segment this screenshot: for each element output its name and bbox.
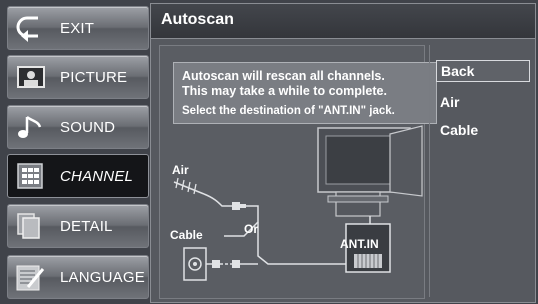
option-air[interactable]: Air <box>436 92 528 112</box>
menu-item-exit[interactable]: EXIT <box>7 6 149 50</box>
menu-item-channel[interactable]: CHANNEL <box>7 154 149 198</box>
channel-grid-icon <box>17 163 43 189</box>
language-icon <box>16 265 45 291</box>
menu-item-picture[interactable]: PICTURE <box>7 55 149 99</box>
menu-item-channel-label: CHANNEL <box>60 168 134 185</box>
music-note-icon <box>18 115 42 138</box>
air-antenna-icon <box>173 177 205 195</box>
option-cable[interactable]: Cable <box>436 120 528 140</box>
exit-arrow-icon <box>16 16 38 42</box>
panel-title-bar: Autoscan <box>151 4 535 39</box>
menu-item-exit-label: EXIT <box>60 20 95 37</box>
menu-item-detail-label: DETAIL <box>60 218 113 235</box>
connection-lines <box>183 193 346 281</box>
menu-item-detail[interactable]: DETAIL <box>7 204 149 248</box>
panel-title: Autoscan <box>161 11 234 28</box>
menu-item-picture-label: PICTURE <box>60 69 128 86</box>
detail-pages-icon <box>17 213 40 239</box>
tv-illustration <box>317 125 423 217</box>
autoscan-panel: Autoscan Autoscan will rescan all channe… <box>150 3 536 303</box>
side-menu: EXIT PICTURE SOUND CHANNEL DETAIL LANGUA… <box>4 3 149 301</box>
destination-options: Back Air Cable <box>429 45 530 297</box>
menu-item-sound-label: SOUND <box>60 119 116 136</box>
ant-in-label: ANT.IN <box>340 237 379 251</box>
menu-item-language[interactable]: LANGUAGE <box>7 255 149 299</box>
autoscan-content: Autoscan will rescan all channels. This … <box>159 45 437 299</box>
or-label: Or <box>244 222 258 236</box>
tv-menu-screen: EXIT PICTURE SOUND CHANNEL DETAIL LANGUA… <box>0 0 538 304</box>
picture-icon <box>17 66 45 88</box>
option-back[interactable]: Back <box>436 60 530 82</box>
menu-item-sound[interactable]: SOUND <box>7 105 149 149</box>
air-label: Air <box>172 163 189 177</box>
antenna-connection-diagram: Air Cable Or ANT.IN <box>170 125 423 281</box>
menu-item-language-label: LANGUAGE <box>60 269 145 286</box>
cable-label: Cable <box>170 228 203 242</box>
